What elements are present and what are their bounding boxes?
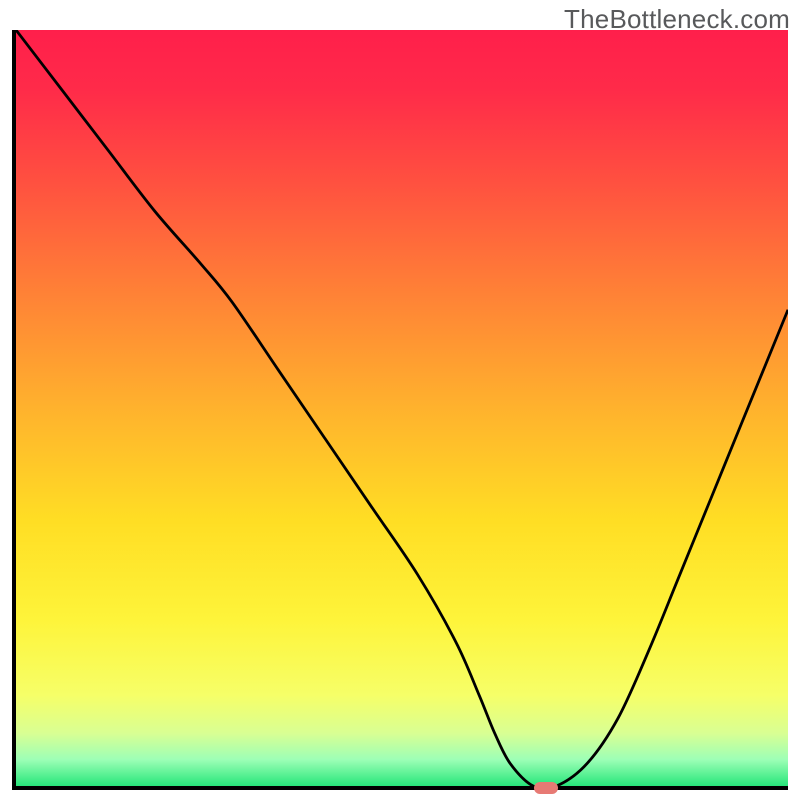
bottleneck-chart: TheBottleneck.com <box>0 0 800 800</box>
bottleneck-curve-path <box>16 30 788 786</box>
optimal-point-marker <box>534 782 559 794</box>
plot-area <box>12 30 788 790</box>
curve-layer <box>16 30 788 786</box>
